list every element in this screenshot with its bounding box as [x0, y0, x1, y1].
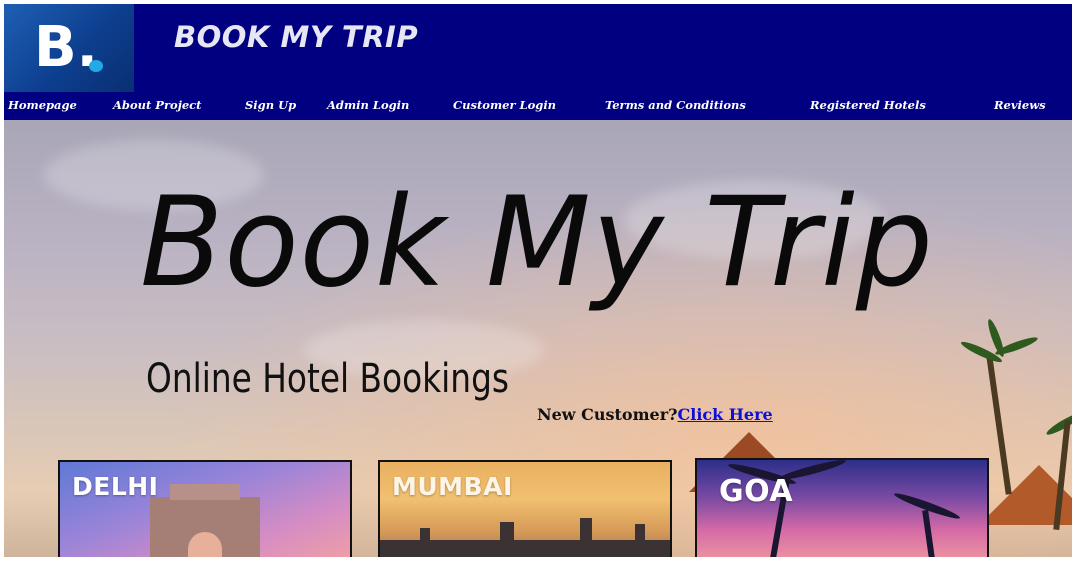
nav-about-project[interactable]: About Project [113, 98, 201, 112]
hero-banner: Book My Trip Online Hotel Bookings New C… [4, 120, 1072, 557]
skyline-building [500, 522, 514, 548]
new-customer-prompt: New Customer?Click Here [537, 405, 773, 424]
nav-terms-and-conditions[interactable]: Terms and Conditions [605, 98, 746, 112]
logo-letter: B. [34, 15, 98, 80]
skyline-building [635, 524, 645, 548]
destination-label: DELHI [72, 472, 159, 501]
palm-trunk [922, 509, 938, 557]
hero-title: Book My Trip [140, 171, 934, 315]
site-header: B. BOOK MY TRIP [4, 4, 1072, 94]
nav-sign-up[interactable]: Sign Up [245, 98, 296, 112]
page: B. BOOK MY TRIP Homepage About Project S… [4, 4, 1072, 557]
nav-registered-hotels[interactable]: Registered Hotels [810, 98, 926, 112]
nav-customer-login[interactable]: Customer Login [453, 98, 556, 112]
main-nav: Homepage About Project Sign Up Admin Log… [4, 92, 1072, 120]
skyline-building [580, 518, 592, 548]
new-customer-text: New Customer? [537, 405, 678, 424]
destination-label: GOA [719, 474, 794, 509]
destination-label: MUMBAI [392, 472, 513, 501]
click-here-link[interactable]: Click Here [678, 405, 773, 424]
destination-card-goa[interactable]: GOA [695, 458, 989, 557]
destination-card-mumbai[interactable]: MUMBAI [378, 460, 672, 557]
nav-homepage[interactable]: Homepage [8, 98, 77, 112]
hero-subtitle: Online Hotel Bookings [146, 356, 509, 402]
nav-reviews[interactable]: Reviews [994, 98, 1046, 112]
india-gate-top [170, 484, 240, 500]
skyline-building [420, 528, 430, 548]
site-title: BOOK MY TRIP [174, 20, 419, 54]
nav-admin-login[interactable]: Admin Login [327, 98, 409, 112]
logo[interactable]: B. [4, 4, 134, 92]
logo-dot-icon [89, 60, 103, 72]
destination-card-delhi[interactable]: DELHI [58, 460, 352, 557]
